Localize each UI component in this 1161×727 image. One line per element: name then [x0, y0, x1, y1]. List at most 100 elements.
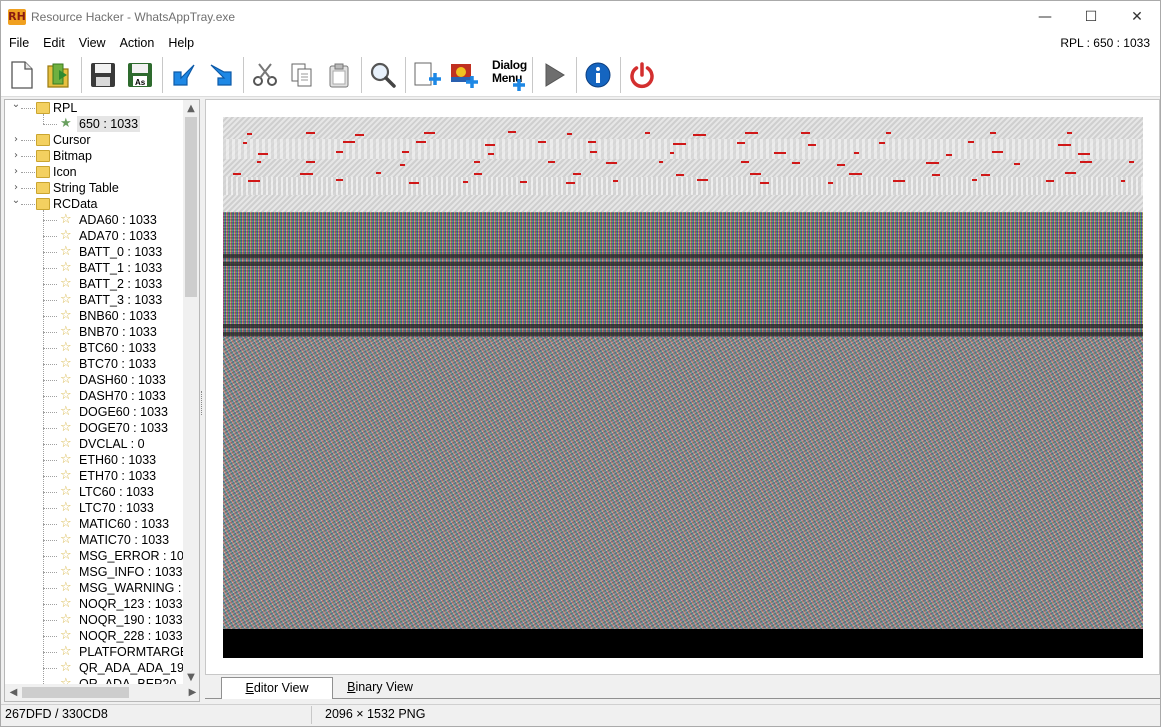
menu-edit[interactable]: Edit — [36, 33, 72, 53]
tree-node-rcdata[interactable]: ⌄ RCData — [5, 193, 185, 212]
close-button[interactable]: ✕ — [1114, 1, 1160, 33]
tree-leaf-rcdata[interactable]: ☆ DASH70 : 1033 — [5, 388, 185, 404]
add-image-button[interactable] — [447, 57, 481, 93]
app-logo: RH — [8, 9, 26, 25]
tree-leaf-rcdata[interactable]: ☆ BATT_1 : 1033 — [5, 260, 185, 276]
tree-leaf-rcdata[interactable]: ☆ ADA70 : 1033 — [5, 228, 185, 244]
tab-label: Editor View — [245, 681, 309, 695]
tree-leaf-rcdata[interactable]: ☆ NOQR_190 : 1033 — [5, 612, 185, 628]
status-bar: 267DFD / 330CD8 2096 × 1532 PNG — [1, 704, 1160, 726]
import-button[interactable] — [167, 57, 201, 93]
menu-action[interactable]: Action — [113, 33, 162, 53]
tree-leaf-rcdata[interactable]: ☆ DASH60 : 1033 — [5, 372, 185, 388]
chevron-right-icon[interactable]: › — [11, 164, 21, 180]
tab-editor-view[interactable]: Editor View — [221, 677, 333, 699]
minimize-button[interactable]: — — [1022, 1, 1068, 33]
star-icon: ☆ — [60, 292, 72, 307]
exit-button[interactable] — [625, 57, 659, 93]
tab-label: Binary View — [347, 680, 413, 694]
tree-leaf-rcdata[interactable]: ☆ MSG_INFO : 1033 — [5, 564, 185, 580]
add-resource-button[interactable] — [410, 57, 444, 93]
compile-run-button[interactable] — [537, 57, 571, 93]
image-noise-body — [223, 337, 1143, 629]
tree-leaf-rcdata[interactable]: ☆ MSG_ERROR : 1033 — [5, 548, 198, 564]
chevron-down-icon[interactable]: ⌄ — [11, 193, 21, 209]
tree-leaf-rcdata[interactable]: ☆ DOGE60 : 1033 — [5, 404, 185, 420]
star-icon: ☆ — [60, 580, 72, 595]
scroll-left-icon[interactable]: ◀ — [5, 684, 22, 701]
tree-leaf-label: DASH60 : 1033 — [79, 373, 166, 387]
star-icon: ☆ — [60, 420, 72, 435]
tree-leaf-rcdata[interactable]: ☆ BNB60 : 1033 — [5, 308, 185, 324]
tree-leaf-rcdata[interactable]: ☆ DVCLAL : 0 — [5, 436, 185, 452]
paste-button[interactable] — [322, 57, 356, 93]
tree-connector — [43, 508, 57, 509]
tree-leaf-rcdata[interactable]: ☆ PLATFORMTARGET — [5, 644, 196, 660]
menu-file[interactable]: File — [1, 33, 36, 53]
tree-vertical-scrollbar[interactable]: ▲ ▼ — [183, 100, 199, 686]
scroll-up-icon[interactable]: ▲ — [183, 100, 199, 117]
tree-leaf-rcdata[interactable]: ☆ MATIC60 : 1033 — [5, 516, 185, 532]
about-button[interactable] — [581, 57, 615, 93]
copy-icon — [291, 63, 312, 86]
tree-connector — [43, 492, 57, 493]
chevron-right-icon[interactable]: › — [11, 132, 21, 148]
find-button[interactable] — [366, 57, 400, 93]
tree-leaf-rcdata[interactable]: ☆ BATT_2 : 1033 — [5, 276, 185, 292]
tree-leaf-rcdata[interactable]: ☆ DOGE70 : 1033 — [5, 420, 185, 436]
tree-leaf-rcdata[interactable]: ☆ QR_ADA_ADA_190 — [5, 660, 191, 676]
save-as-button[interactable]: As — [123, 57, 157, 93]
cut-button[interactable] — [248, 57, 282, 93]
folder-icon — [36, 182, 50, 194]
tree-leaf-rcdata[interactable]: ☆ BTC60 : 1033 — [5, 340, 185, 356]
tree-leaf-rcdata[interactable]: ☆ NOQR_123 : 1033 — [5, 596, 185, 612]
tree-leaf-rcdata[interactable]: ☆ MSG_WARNING : 1033 — [5, 580, 199, 596]
tree-node-rpl[interactable]: ⌄ RPL — [5, 100, 185, 116]
tree-leaf-rcdata[interactable]: ☆ LTC70 : 1033 — [5, 500, 185, 516]
menu-help[interactable]: Help — [161, 33, 201, 53]
save-button[interactable] — [86, 57, 120, 93]
tree-leaf-label: DVCLAL : 0 — [79, 437, 145, 451]
copy-button[interactable] — [285, 57, 319, 93]
chevron-right-icon[interactable]: › — [11, 148, 21, 164]
tree-leaf-rcdata[interactable]: ☆ BATT_3 : 1033 — [5, 292, 185, 308]
tree-node-cursor[interactable]: › Cursor — [5, 132, 185, 148]
tree-leaf-rcdata[interactable]: ☆ BNB70 : 1033 — [5, 324, 185, 340]
status-offsets: 267DFD / 330CD8 — [5, 707, 108, 721]
tree-node-icon[interactable]: › Icon — [5, 164, 185, 180]
tree-leaf-label: ADA60 : 1033 — [79, 213, 157, 227]
tree-node-bitmap[interactable]: › Bitmap — [5, 148, 185, 164]
chevron-down-icon[interactable]: ⌄ — [11, 100, 21, 113]
tree-horizontal-scrollbar[interactable]: ◀ ▶ — [5, 684, 199, 701]
hscroll-thumb[interactable] — [22, 687, 129, 698]
maximize-button[interactable]: ☐ — [1068, 1, 1114, 33]
tree-leaf-rcdata[interactable]: ☆ LTC60 : 1033 — [5, 484, 185, 500]
tree-leaf-rcdata[interactable]: ☆ BATT_0 : 1033 — [5, 244, 185, 260]
svg-text:As: As — [135, 78, 146, 87]
tree-connector — [43, 444, 57, 445]
resource-tree[interactable]: ⌄ RPL ★ 650 : 1033 › Cursor › Bitmap › Icon › Strin… — [4, 99, 200, 702]
tree-leaf-rcdata[interactable]: ☆ BTC70 : 1033 — [5, 356, 185, 372]
toolbar-separator — [576, 56, 577, 93]
tree-leaf-rcdata[interactable]: ☆ MATIC70 : 1033 — [5, 532, 185, 548]
new-file-button[interactable] — [5, 57, 39, 93]
dialog-menu-button[interactable]: Dialog Menu — [484, 57, 528, 93]
tree-leaf-rcdata[interactable]: ☆ ADA60 : 1033 — [5, 212, 185, 228]
menu-view[interactable]: View — [72, 33, 113, 53]
open-file-button[interactable] — [42, 57, 76, 93]
tree-leaf-rcdata[interactable]: ☆ ETH70 : 1033 — [5, 468, 185, 484]
scroll-thumb[interactable] — [185, 117, 197, 297]
tree-node-string-table[interactable]: › String Table — [5, 180, 185, 196]
scroll-right-icon[interactable]: ▶ — [184, 684, 199, 701]
star-icon: ☆ — [60, 228, 72, 243]
tree-leaf-label: BTC70 : 1033 — [79, 357, 157, 371]
tree-leaf-rcdata[interactable]: ☆ NOQR_228 : 1033 — [5, 628, 185, 644]
tab-binary-view[interactable]: Binary View — [335, 677, 425, 699]
panel-splitter[interactable] — [201, 391, 204, 415]
save-as-icon: As — [128, 62, 152, 87]
tree-connector — [43, 572, 57, 573]
export-button[interactable] — [204, 57, 238, 93]
resource-indicator: RPL : 650 : 1033 — [1060, 36, 1150, 50]
tree-leaf-rcdata[interactable]: ☆ ETH60 : 1033 — [5, 452, 185, 468]
tree-leaf-rpl-650[interactable]: ★ 650 : 1033 — [5, 116, 185, 132]
